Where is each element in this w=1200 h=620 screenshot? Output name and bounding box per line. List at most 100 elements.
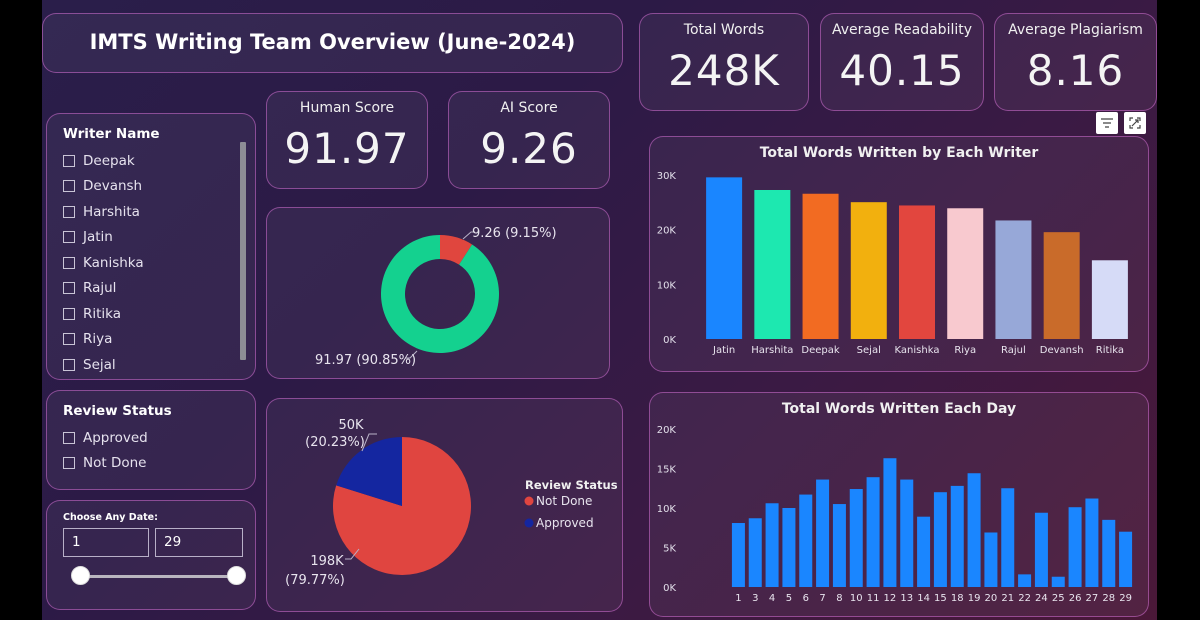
ai-score-card[interactable]: AI Score 9.26 [448, 91, 610, 189]
date-range-slicer[interactable]: Choose Any Date: 1 29 [46, 500, 256, 610]
writer-name-slicer[interactable]: Writer Name Deepak Devansh Harshita Jatin Ka… [46, 113, 256, 380]
writer-slicer-title: Writer Name [63, 126, 160, 142]
bar-ritika[interactable] [1091, 260, 1128, 339]
bar-kanishka[interactable] [899, 205, 935, 339]
x-tick-label: Devansh [1040, 345, 1084, 356]
bar-13[interactable] [900, 479, 914, 587]
x-tick-label: 10 [850, 593, 863, 604]
checkbox-icon[interactable] [63, 457, 75, 470]
checkbox-icon[interactable] [63, 256, 75, 269]
bar-19[interactable] [967, 473, 981, 587]
y-tick-label: 30K [657, 171, 677, 182]
checkbox-icon[interactable] [63, 180, 75, 193]
bar-harshita[interactable] [754, 189, 791, 339]
bar-21[interactable] [1001, 488, 1015, 587]
writer-item-ritika[interactable]: Ritika [63, 301, 255, 327]
bar-1[interactable] [731, 523, 745, 587]
daily-bar-chart-card[interactable]: Total Words Written Each Day 0K 5K 10K 15K 2… [649, 392, 1149, 617]
checkbox-icon[interactable] [63, 231, 75, 244]
bar-3[interactable] [748, 518, 762, 587]
bar-28[interactable] [1102, 519, 1116, 587]
human-score-label: Human Score [299, 100, 395, 116]
review-status-pie-chart[interactable]: 50K (20.23%) 198K (79.77%) Review Status Not … [267, 399, 624, 613]
pie-data-label: (79.77%) [285, 573, 345, 588]
date-slider-end-handle[interactable] [227, 566, 246, 585]
bar-14[interactable] [917, 516, 931, 587]
donut-slice-human-score[interactable] [381, 235, 499, 353]
bar-7[interactable] [816, 479, 830, 587]
writer-item-harshita[interactable]: Harshita [63, 199, 255, 225]
checkbox-icon[interactable] [63, 154, 75, 167]
review-item-approved[interactable]: Approved [63, 425, 255, 451]
x-tick-label: 1 [735, 593, 741, 604]
writer-item-devansh[interactable]: Devansh [63, 174, 255, 200]
review-pie-card[interactable]: 50K (20.23%) 198K (79.77%) Review Status Not … [266, 398, 623, 612]
score-donut-chart[interactable]: 9.26 (9.15%) 91.97 (90.85%) [267, 208, 611, 380]
x-tick-label: 28 [1102, 593, 1115, 604]
writer-item-label: Harshita [83, 203, 140, 220]
bar-11[interactable] [866, 477, 880, 587]
bar-5[interactable] [782, 508, 796, 587]
bar-29[interactable] [1119, 531, 1133, 587]
bar-22[interactable] [1018, 574, 1032, 587]
checkbox-icon[interactable] [63, 431, 75, 444]
bar-jatin[interactable] [706, 177, 743, 339]
avg-plagiarism-label: Average Plagiarism [1008, 22, 1143, 38]
x-tick-label: 25 [1052, 593, 1065, 604]
bar-24[interactable] [1034, 512, 1048, 587]
bar-15[interactable] [933, 492, 947, 587]
bar-sejal[interactable] [850, 202, 887, 339]
bar-4[interactable] [765, 503, 779, 587]
x-tick-label: Deepak [801, 345, 839, 356]
writer-bar-chart[interactable]: 0K 10K 20K 30K Jatin Harshita Deepak Sejal Kanis… [650, 165, 1150, 371]
focus-mode-icon[interactable] [1124, 112, 1146, 134]
total-words-card[interactable]: Total Words 248K [639, 13, 809, 111]
bar-10[interactable] [849, 489, 863, 587]
bar-12[interactable] [883, 458, 897, 587]
x-tick-label: Sejal [857, 345, 881, 356]
bar-rajul[interactable] [995, 220, 1032, 339]
checkbox-icon[interactable] [63, 205, 75, 218]
x-tick-label: Kanishka [895, 345, 940, 356]
x-tick-label: 15 [934, 593, 947, 604]
bar-8[interactable] [832, 504, 846, 587]
review-item-not-done[interactable]: Not Done [63, 451, 255, 477]
bar-26[interactable] [1068, 507, 1082, 587]
date-slider-track[interactable] [81, 575, 236, 578]
checkbox-icon[interactable] [63, 282, 75, 295]
score-donut-card[interactable]: 9.26 (9.15%) 91.97 (90.85%) [266, 207, 610, 379]
avg-readability-card[interactable]: Average Readability 40.15 [820, 13, 984, 111]
pie-legend-item[interactable]: Approved [536, 516, 594, 530]
bar-6[interactable] [799, 494, 813, 587]
bar-riya[interactable] [947, 208, 984, 339]
daily-bar-chart[interactable]: 0K5K10K15K20K1 3 4 5 6 7 8 10 11 12 13 14 15 18 19 20 21… [650, 421, 1150, 617]
checkbox-icon[interactable] [63, 333, 75, 346]
bar-devansh[interactable] [1043, 232, 1080, 339]
date-from-input[interactable]: 1 [63, 528, 149, 557]
bar-20[interactable] [984, 532, 998, 587]
writer-item-kanishka[interactable]: Kanishka [63, 250, 255, 276]
bar-27[interactable] [1085, 498, 1099, 587]
writer-item-deepak[interactable]: Deepak [63, 148, 255, 174]
writer-slicer-scrollbar[interactable] [240, 142, 246, 360]
writer-item-riya[interactable]: Riya [63, 327, 255, 353]
bar-deepak[interactable] [802, 193, 839, 339]
checkbox-icon[interactable] [63, 307, 75, 320]
writer-bar-chart-card[interactable]: Total Words Written by Each Writer 0K 10K… [649, 136, 1149, 372]
checkbox-icon[interactable] [63, 358, 75, 371]
x-tick-label: 14 [917, 593, 930, 604]
date-to-input[interactable]: 29 [155, 528, 243, 557]
writer-item-sejal[interactable]: Sejal [63, 352, 255, 378]
x-tick-label: 13 [900, 593, 913, 604]
pie-legend-item[interactable]: Not Done [536, 494, 592, 508]
bar-25[interactable] [1051, 576, 1065, 587]
review-slicer-title: Review Status [63, 403, 172, 419]
avg-plagiarism-card[interactable]: Average Plagiarism 8.16 [994, 13, 1157, 111]
filter-icon[interactable] [1096, 112, 1118, 134]
review-status-slicer[interactable]: Review Status Approved Not Done [46, 390, 256, 490]
writer-item-jatin[interactable]: Jatin [63, 225, 255, 251]
human-score-card[interactable]: Human Score 91.97 [266, 91, 428, 189]
writer-item-rajul[interactable]: Rajul [63, 276, 255, 302]
bar-18[interactable] [950, 485, 964, 587]
date-slider-start-handle[interactable] [71, 566, 90, 585]
